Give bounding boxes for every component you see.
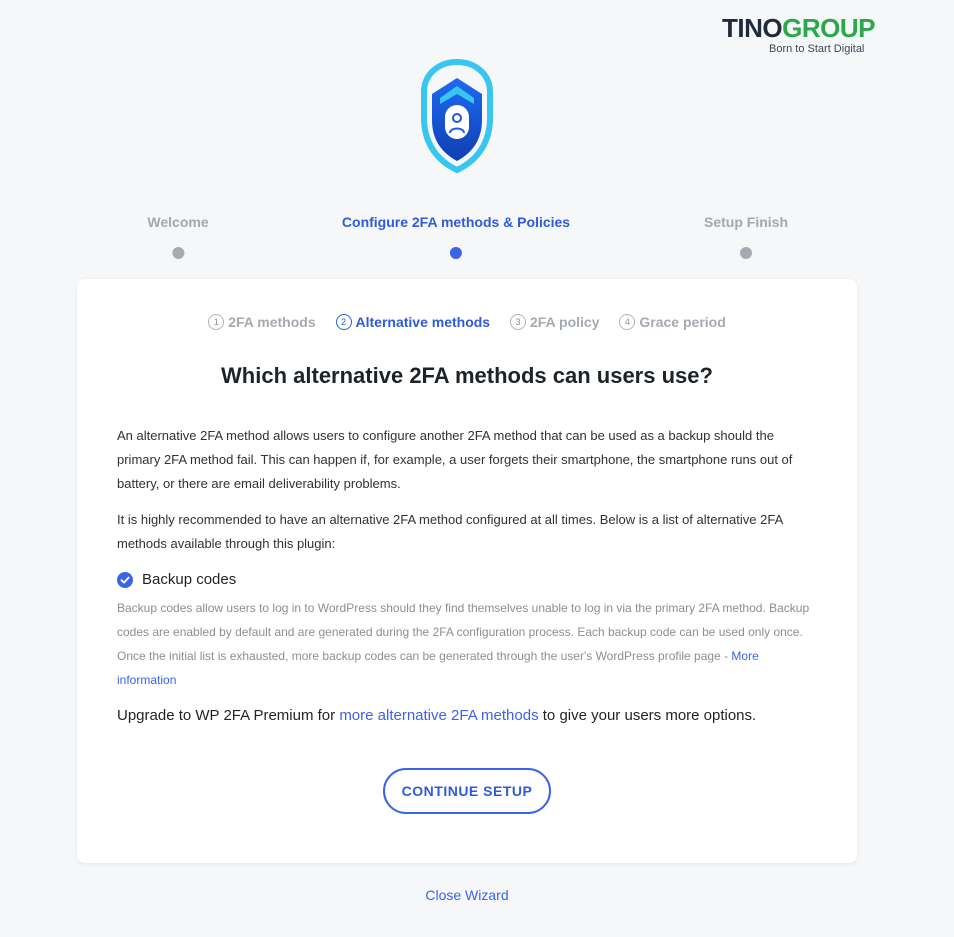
- sub-step-label: 2FA policy: [529, 314, 600, 330]
- wizard-card: 1 2FA methods 2 Alternative methods 3 2FA p…: [77, 279, 857, 863]
- more-alternative-methods-link[interactable]: more alternative 2FA methods: [339, 707, 538, 724]
- page-title: Which alternative 2FA methods can users …: [221, 363, 713, 388]
- wizard-step-label: Setup Finish: [704, 214, 788, 230]
- wizard-step-dot: [172, 247, 184, 259]
- upgrade-suffix: to give your users more options.: [538, 707, 757, 724]
- brand-tagline: Born to Start Digital: [769, 43, 865, 55]
- sub-step-2fa-methods: 1 2FA methods: [208, 314, 316, 330]
- brand-name: TINOGROUP: [722, 14, 882, 42]
- wizard-step-label: Welcome: [147, 214, 209, 230]
- wizard-step-configure: Configure 2FA methods & Policies: [342, 214, 570, 259]
- shield-lock-icon: [414, 58, 500, 174]
- wizard-step-dot: [740, 247, 752, 259]
- backup-codes-description: Backup codes allow users to log in to Wo…: [117, 596, 817, 692]
- upgrade-prefix: Upgrade to WP 2FA Premium for: [117, 707, 340, 724]
- sub-step-label: Grace period: [639, 314, 726, 330]
- wizard-step-finish: Setup Finish: [704, 214, 788, 259]
- continue-setup-button[interactable]: CONTINUE SETUP: [383, 768, 551, 814]
- backup-codes-description-text: Backup codes allow users to log in to Wo…: [117, 601, 810, 663]
- upgrade-notice: Upgrade to WP 2FA Premium for more alter…: [117, 704, 817, 728]
- wizard-step-welcome: Welcome: [147, 214, 209, 259]
- backup-codes-option[interactable]: Backup codes: [117, 568, 817, 592]
- sub-step-number: 3: [509, 314, 526, 330]
- sub-step-number: 2: [335, 314, 352, 330]
- wizard-step-label: Configure 2FA methods & Policies: [341, 214, 571, 230]
- sub-step-label: 2FA methods: [228, 314, 316, 330]
- sub-step-grace-period: 4 Grace period: [619, 314, 726, 330]
- brand-name-part1: TINO: [722, 13, 783, 43]
- sub-step-label: Alternative methods: [355, 314, 491, 330]
- close-wizard-link[interactable]: Close Wizard: [0, 887, 934, 903]
- sub-step-alternative-methods: 2 Alternative methods: [335, 314, 491, 330]
- wizard-steps: Welcome Configure 2FA methods & Policies…: [0, 214, 954, 264]
- sub-step-2fa-policy: 3 2FA policy: [509, 314, 600, 330]
- intro-paragraph-1: An alternative 2FA method allows users t…: [117, 428, 793, 491]
- sub-step-number: 4: [619, 314, 636, 330]
- check-icon: [120, 576, 130, 584]
- backup-codes-label: Backup codes: [142, 571, 237, 588]
- brand-logo: TINOGROUP Born to Start Digital: [722, 14, 882, 55]
- intro-paragraph-2: It is highly recommended to have an alte…: [117, 512, 783, 551]
- backup-codes-checkbox[interactable]: [117, 572, 133, 588]
- sub-steps: 1 2FA methods 2 Alternative methods 3 2FA p…: [77, 312, 857, 330]
- wizard-step-dot: [450, 247, 462, 259]
- brand-name-part2: GROUP: [782, 13, 875, 43]
- sub-step-number: 1: [208, 314, 225, 330]
- wizard-content: An alternative 2FA method allows users t…: [117, 424, 817, 728]
